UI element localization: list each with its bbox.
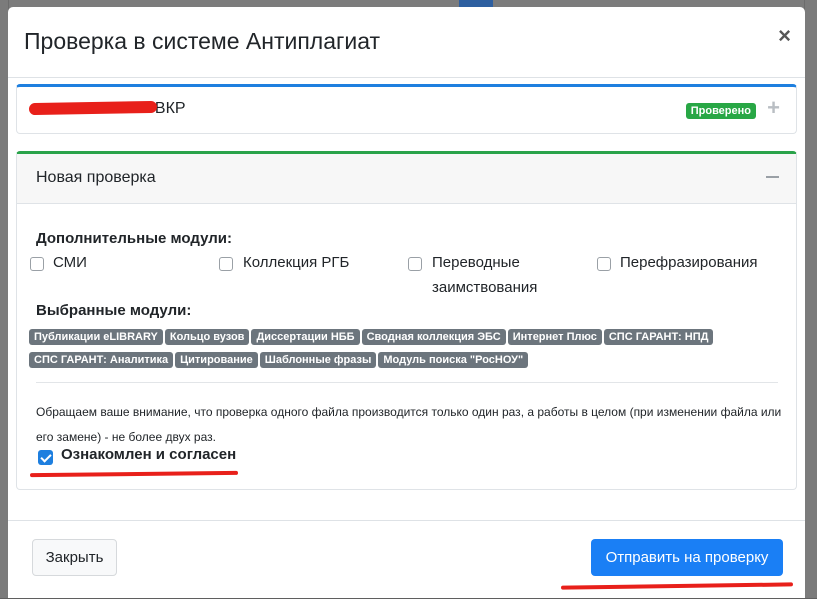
module-checkbox-paraphrase[interactable] — [597, 257, 611, 271]
selected-module-chip: Шаблонные фразы — [259, 352, 377, 368]
selected-module-chip: Цитирование — [175, 352, 258, 368]
selected-modules-label: Выбранные модули: — [36, 302, 192, 319]
selected-modules-chips: Публикации eLIBRARY Кольцо вузов Диссертац… — [29, 327, 789, 373]
close-icon[interactable]: × — [778, 25, 791, 47]
collapse-icon[interactable] — [766, 176, 779, 178]
background-right-column — [804, 0, 817, 598]
module-label-smi: СМИ — [53, 254, 87, 271]
agree-checkbox[interactable] — [38, 450, 53, 465]
module-label-translated: Переводные заимствования — [432, 254, 538, 296]
selected-module-chip: Публикации eLIBRARY — [29, 329, 163, 345]
module-label-rgb: Коллекция РГБ — [243, 254, 350, 271]
close-button[interactable]: Закрыть — [32, 539, 117, 576]
modal-title: Проверка в системе Антиплагиат — [24, 28, 381, 54]
annotation-underline-submit — [560, 582, 794, 590]
selected-module-chip: Кольцо вузов — [164, 329, 250, 345]
new-check-card: Новая проверка Дополнительные модули: СМ… — [16, 151, 797, 490]
module-checkbox-translated[interactable] — [408, 257, 422, 271]
new-check-header[interactable]: Новая проверка — [17, 154, 796, 204]
redaction-mark — [28, 100, 158, 116]
antiplagiat-modal: Проверка в системе Антиплагиат × . ВКР П… — [8, 7, 805, 598]
document-card[interactable]: . ВКР Проверено + — [16, 84, 797, 134]
selected-module-chip: Диссертации НББ — [251, 329, 360, 345]
modal-header: Проверка в системе Антиплагиат × — [8, 7, 805, 78]
status-badge: Проверено — [685, 103, 756, 119]
section-divider — [36, 382, 778, 383]
notice-text: Обращаем ваше внимание, что проверка одн… — [36, 405, 782, 444]
new-check-title: Новая проверка — [36, 169, 156, 186]
module-label-paraphrase: Перефразирования — [620, 254, 758, 271]
selected-module-chip: Модуль поиска "РосНОУ" — [378, 352, 529, 368]
selected-module-chip: СПС ГАРАНТ: Аналитика — [29, 352, 174, 368]
annotation-underline-agree — [29, 470, 239, 478]
additional-modules-label: Дополнительные модули: — [36, 230, 232, 247]
expand-icon[interactable]: + — [767, 95, 780, 121]
module-checkbox-rgb[interactable] — [219, 257, 233, 271]
module-checkbox-smi[interactable] — [30, 257, 44, 271]
modal-footer: Закрыть Отправить на проверку — [8, 520, 805, 599]
selected-module-chip: Сводная коллекция ЭБС — [361, 329, 506, 345]
submit-button[interactable]: Отправить на проверку — [591, 539, 783, 576]
selected-module-chip: Интернет Плюс — [507, 329, 602, 345]
agree-label[interactable]: Ознакомлен и согласен — [61, 446, 236, 463]
selected-module-chip: СПС ГАРАНТ: НПД — [603, 329, 714, 345]
